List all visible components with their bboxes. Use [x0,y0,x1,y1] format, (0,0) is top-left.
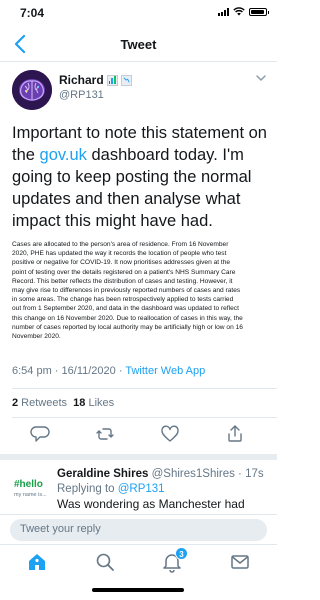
reply-tweet[interactable]: #hello my name is... Geraldine Shires @S… [0,460,277,518]
author-name: Richard [59,73,104,87]
tweet-image-line: in some areas. The change has been retro… [12,296,234,304]
reply-icon[interactable] [30,424,50,444]
chart-decreasing-emoji [120,74,132,86]
bar-chart-emoji [106,74,118,86]
home-indicator [92,588,184,592]
tweet-image-line: out from 1 September 2020, and data in t… [12,305,239,313]
likes-label[interactable]: Likes [85,397,114,409]
reply-header: Geraldine Shires @Shires1Shires · 17s [57,468,264,480]
reply-composer: Tweet your reply [0,514,277,544]
retweet-icon[interactable] [95,424,115,444]
mail-icon[interactable] [229,551,251,573]
tweet-image-line: number of cases reported by local author… [12,323,243,331]
tweet-image-line: Cases are allocated to the person's area… [12,241,229,248]
divider [12,388,277,389]
reply-avatar-text-bottom: my name is... [14,492,47,498]
heart-icon[interactable] [160,424,180,444]
signal-icon [218,7,229,16]
tweet-image[interactable]: Cases are allocated to the person's area… [12,240,267,358]
tweet-image-line: this change on 16 November 2020. Due to … [12,314,243,322]
status-icons [218,7,269,16]
status-bar: 7:04 [0,0,277,24]
tweet-actions [0,422,277,448]
page-title: Tweet [120,37,157,52]
battery-level [251,9,264,14]
brain-avatar-image [12,70,52,110]
reply-input[interactable]: Tweet your reply [10,519,267,541]
tweet-image-text: Cases are allocated to the person's area… [12,240,267,341]
tweet-image-line: November 2020. [12,333,61,341]
tweet-stats: 2 Retweets 18 Likes [12,397,114,409]
divider [12,417,277,418]
author-handle: @RP131 [59,89,104,101]
notifications-tab[interactable]: 3 [161,547,188,573]
battery-icon [249,7,269,16]
tweet-image-line: point of testing over the details regist… [12,268,236,276]
nav-bar: Tweet [0,28,277,62]
tweet-meta: 6:54 pm · 16/11/2020 · Twitter Web App [12,365,205,377]
author-name-row[interactable]: Richard [59,73,132,87]
share-icon[interactable] [225,424,245,444]
notifications-badge: 3 [175,547,188,560]
likes-count[interactable]: 18 [73,397,85,409]
retweets-label[interactable]: Retweets [18,397,73,409]
tweet-image-line: Record. This better reflects the distrib… [12,277,233,285]
reply-avatar-text-top: #hello [14,479,43,490]
reply-author-name: Geraldine Shires [57,468,149,480]
tweet-image-line: 2020, PHE has updated the way it records… [12,250,227,258]
tweet-timestamp: 6:54 pm · 16/11/2020 · [12,365,126,377]
reply-avatar[interactable]: #hello my name is... [12,470,50,508]
chevron-down-icon[interactable] [255,72,267,84]
replying-to-link[interactable]: @RP131 [118,483,165,495]
status-time: 7:04 [20,6,45,20]
tweet-image-line: may give rise to differences in previous… [12,287,241,295]
wifi-icon [233,7,245,16]
replying-to: Replying to @RP131 [57,483,165,495]
tweet-author: Richard @RP131 [12,70,267,110]
tweet-image-line: positive or negative for COVID-19. It no… [12,259,231,267]
tweet-source[interactable]: Twitter Web App [125,365,205,377]
tab-bar: 3 [0,544,277,580]
search-icon[interactable] [94,551,116,573]
chart-decreasing-icon [123,76,130,83]
tweet-link[interactable]: gov.uk [40,146,87,164]
reply-author-handle: @Shires1Shires · 17s [148,468,264,480]
home-icon[interactable] [26,551,48,573]
replying-to-label: Replying to [57,483,118,495]
tweet-text: Important to note this statement on the … [12,122,267,232]
avatar[interactable] [12,70,52,110]
